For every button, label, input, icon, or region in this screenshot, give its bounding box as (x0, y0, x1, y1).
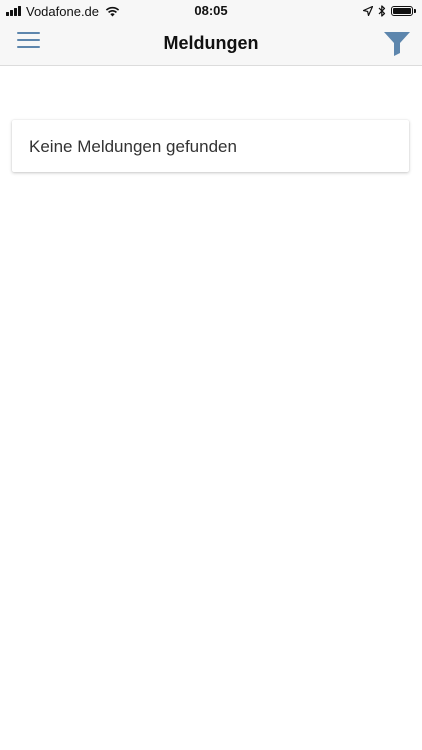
location-arrow-icon (363, 6, 373, 16)
bluetooth-icon (378, 5, 386, 17)
battery-icon (391, 6, 416, 16)
app-header: Meldungen (0, 22, 422, 66)
empty-state-message: Keine Meldungen gefunden (29, 137, 237, 156)
page-title: Meldungen (163, 33, 259, 53)
battery-fill (393, 8, 411, 14)
status-bar: Vodafone.de 08:05 (0, 0, 422, 22)
status-right (358, 4, 416, 18)
filter-funnel-icon[interactable] (382, 28, 412, 58)
empty-state-card: Keine Meldungen gefunden (12, 120, 409, 172)
